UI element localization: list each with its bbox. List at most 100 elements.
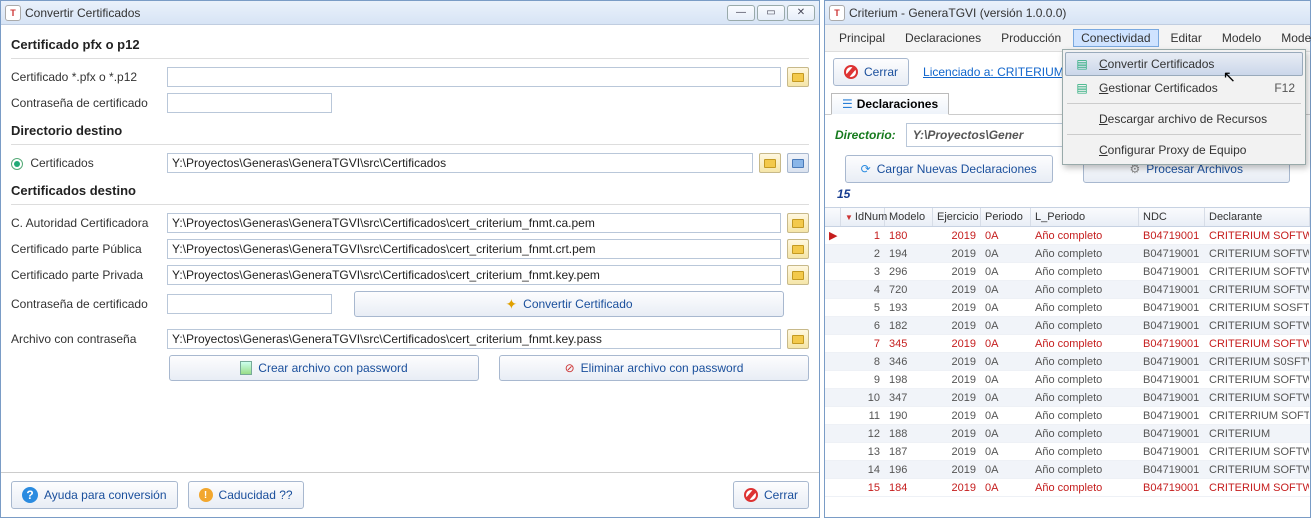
table-cell: B04719001 <box>1139 283 1205 297</box>
minimize-button[interactable]: — <box>727 5 755 21</box>
browse-passfile-button[interactable] <box>787 329 809 349</box>
main-app-window: T Criterium - GeneraTGVI (versión 1.0.0.… <box>824 0 1311 518</box>
table-row[interactable]: ▶118020190AAño completoB04719001CRITERIU… <box>825 227 1310 245</box>
table-cell: B04719001 <box>1139 409 1205 423</box>
folder-icon <box>792 335 804 344</box>
table-row[interactable]: 734520190AAño completoB04719001CRITERIUM… <box>825 335 1310 353</box>
close-app-button[interactable]: Cerrar <box>833 58 909 86</box>
table-cell: B04719001 <box>1139 463 1205 477</box>
col-header[interactable]: Ejercicio <box>933 208 981 226</box>
table-cell <box>825 361 841 363</box>
table-cell: 2019 <box>933 337 981 351</box>
list-icon: ☰ <box>842 97 853 111</box>
maximize-button[interactable]: ▭ <box>757 5 785 21</box>
col-header[interactable]: Declarante <box>1205 208 1310 226</box>
table-row[interactable]: 472020190AAño completoB04719001CRITERIUM… <box>825 281 1310 299</box>
app-icon: T <box>829 5 845 21</box>
table-cell: CRITERRIUM SOFTWARE <box>1205 409 1310 423</box>
delete-pw-file-button[interactable]: ⊘ Eliminar archivo con password <box>499 355 809 381</box>
dest-dir-input[interactable] <box>167 153 753 173</box>
table-cell: 188 <box>885 427 933 441</box>
priv-label: Certificado parte Privada <box>11 268 161 282</box>
create-pw-file-button[interactable]: Crear archivo con password <box>169 355 479 381</box>
table-cell: 0A <box>981 247 1031 261</box>
dir-radio[interactable]: Certificados <box>11 156 161 170</box>
menu-item[interactable]: Descargar archivo de Recursos <box>1065 107 1303 131</box>
table-cell: 2019 <box>933 229 981 243</box>
table-row[interactable]: 1218820190AAño completoB04719001CRITERIU… <box>825 425 1310 443</box>
close-button[interactable]: Cerrar <box>733 481 809 509</box>
license-link[interactable]: Licenciado a: CRITERIUM <box>923 65 1064 79</box>
table-row[interactable]: 329620190AAño completoB04719001CRITERIUM… <box>825 263 1310 281</box>
folder-icon <box>792 219 804 228</box>
cert-file-input[interactable] <box>167 67 781 87</box>
table-cell <box>825 379 841 381</box>
cert-pass2-input[interactable] <box>167 294 332 314</box>
table-row[interactable]: 1419620190AAño completoB04719001CRITERIU… <box>825 461 1310 479</box>
cert-pass-input[interactable] <box>167 93 332 113</box>
table-row[interactable]: 219420190AAño completoB04719001CRITERIUM… <box>825 245 1310 263</box>
table-cell: Año completo <box>1031 301 1139 315</box>
close-window-button[interactable]: ✕ <box>787 5 815 21</box>
close-icon <box>744 488 758 502</box>
convert-cert-button[interactable]: ✦ Convertir Certificado <box>354 291 784 317</box>
col-header[interactable]: Periodo <box>981 208 1031 226</box>
table-row[interactable]: 1119020190AAño completoB04719001CRITERRI… <box>825 407 1310 425</box>
titlebar[interactable]: T Criterium - GeneraTGVI (versión 1.0.0.… <box>825 1 1310 25</box>
table-row[interactable]: 834620190AAño completoB04719001CRITERIUM… <box>825 353 1310 371</box>
browse-ca-button[interactable] <box>787 213 809 233</box>
load-declarations-button[interactable]: ⟳ Cargar Nuevas Declaraciones <box>845 155 1053 183</box>
table-cell: 4 <box>841 283 885 297</box>
help-button[interactable]: ? Ayuda para conversión <box>11 481 178 509</box>
table-row[interactable]: 1318720190AAño completoB04719001CRITERIU… <box>825 443 1310 461</box>
open-dir-button[interactable] <box>787 153 809 173</box>
table-row[interactable]: 1034720190AAño completoB04719001CRITERIU… <box>825 389 1310 407</box>
menu-modelo[interactable]: Modelo <box>1214 29 1269 47</box>
table-row[interactable]: 519320190AAño completoB04719001CRITERIUM… <box>825 299 1310 317</box>
cursor-icon: ↖ <box>1223 67 1236 87</box>
table-cell: 182 <box>885 319 933 333</box>
ca-input[interactable] <box>167 213 781 233</box>
table-cell: CRITERIUM SOFTWARE <box>1205 229 1310 243</box>
menu-modelos[interactable]: Modelos <box>1273 29 1311 47</box>
col-header[interactable]: Modelo <box>885 208 933 226</box>
passfile-input[interactable] <box>167 329 781 349</box>
tab-declaraciones[interactable]: ☰ Declaraciones <box>831 93 949 115</box>
table-row[interactable]: 919820190AAño completoB04719001CRITERIUM… <box>825 371 1310 389</box>
browse-cert-button[interactable] <box>787 67 809 87</box>
pub-input[interactable] <box>167 239 781 259</box>
priv-input[interactable] <box>167 265 781 285</box>
cert-pass-label: Contraseña de certificado <box>11 96 161 110</box>
table-cell: B04719001 <box>1139 445 1205 459</box>
menu-item-label: Gestionar Certificados <box>1099 81 1218 95</box>
col-header[interactable]: NDC <box>1139 208 1205 226</box>
menu-principal[interactable]: Principal <box>831 29 893 47</box>
table-cell: 720 <box>885 283 933 297</box>
menu-item[interactable]: ▤Gestionar CertificadosF12 <box>1065 76 1303 100</box>
col-header[interactable]: L_Periodo <box>1031 208 1139 226</box>
table-cell: CRITERIUM SOFTWARE <box>1205 337 1310 351</box>
menu-conectividad[interactable]: Conectividad <box>1073 29 1158 47</box>
browse-priv-button[interactable] <box>787 265 809 285</box>
menu-producción[interactable]: Producción <box>993 29 1069 47</box>
certificate-icon: ▤ <box>1073 57 1091 71</box>
menu-editar[interactable]: Editar <box>1163 29 1210 47</box>
table-row[interactable]: 1518420190AAño completoB04719001CRITERIU… <box>825 479 1310 497</box>
table-cell <box>825 307 841 309</box>
col-header[interactable]: ▼IdNum <box>841 208 885 226</box>
table-cell: CRITERIUM SOFTWARE <box>1205 481 1310 495</box>
table-cell: CRITERIUM SOFTWARE <box>1205 445 1310 459</box>
delete-icon: ⊘ <box>565 361 575 375</box>
expiry-button[interactable]: ! Caducidad ?? <box>188 481 304 509</box>
menu-item[interactable]: Configurar Proxy de Equipo <box>1065 138 1303 162</box>
menu-item[interactable]: ▤Convertir Certificados <box>1065 52 1303 76</box>
col-header[interactable] <box>825 208 841 226</box>
table-cell: 10 <box>841 391 885 405</box>
browse-dir-button[interactable] <box>759 153 781 173</box>
titlebar[interactable]: T Convertir Certificados — ▭ ✕ <box>1 1 819 25</box>
menu-item-label: Descargar archivo de Recursos <box>1099 112 1267 126</box>
menu-declaraciones[interactable]: Declaraciones <box>897 29 989 47</box>
table-row[interactable]: 618220190AAño completoB04719001CRITERIUM… <box>825 317 1310 335</box>
refresh-icon: ⟳ <box>861 162 871 176</box>
browse-pub-button[interactable] <box>787 239 809 259</box>
